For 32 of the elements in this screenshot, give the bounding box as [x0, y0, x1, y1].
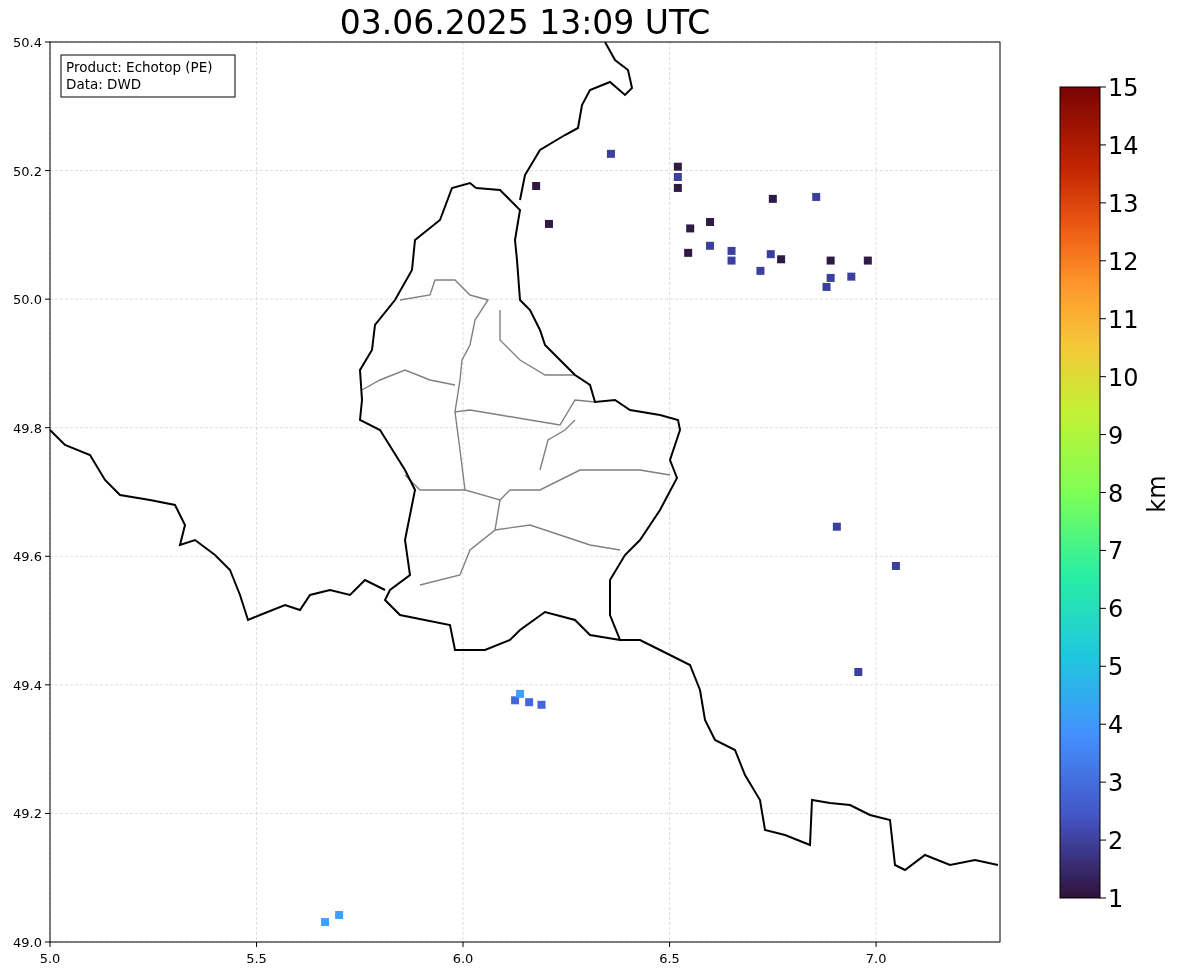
colorbar-tick-label: 7 [1108, 537, 1124, 566]
colorbar-tick-label: 10 [1108, 363, 1139, 392]
y-tick-label: 49.2 [13, 806, 42, 822]
colorbar-tick-label: 15 [1108, 74, 1139, 102]
y-tick-label: 50.4 [13, 35, 42, 50]
y-tick-label: 49.4 [13, 677, 42, 693]
x-tick-label: 6.0 [452, 951, 474, 966]
x-tick-label: 7.0 [865, 951, 887, 966]
colorbar-tick-label: 6 [1108, 595, 1124, 624]
colorbar-tick-label: 8 [1108, 479, 1124, 508]
colorbar-tick-label: 5 [1108, 653, 1124, 682]
plot-title: 03.06.2025 13:09 UTC [339, 3, 711, 42]
colorbar-tick-label: 3 [1108, 769, 1124, 798]
y-tick-label: 50.0 [13, 292, 42, 308]
colorbar-tick-label: 11 [1108, 305, 1139, 334]
x-tick-label: 6.5 [659, 951, 680, 966]
x-tick-label: 5.0 [39, 951, 61, 966]
colorbar-tick-label: 2 [1108, 827, 1124, 856]
info-text: Data: DWD [66, 76, 142, 92]
colorbar-tick-label: 1 [1108, 885, 1124, 913]
y-tick-label: 50.2 [13, 163, 42, 179]
colorbar-tick-label: 9 [1108, 421, 1124, 450]
colorbar-tick-label: 12 [1108, 247, 1139, 276]
y-tick-label: 49.6 [13, 549, 42, 565]
x-tick-label: 5.5 [246, 951, 267, 966]
colorbar-tick-label: 14 [1108, 131, 1139, 160]
colorbar-tick-label: 4 [1108, 711, 1124, 740]
y-tick-label: 49.0 [13, 935, 42, 950]
info-text: Product: Echotop (PE) [66, 59, 213, 75]
colorbar-tick-label: 13 [1108, 189, 1139, 218]
y-tick-label: 49.8 [13, 420, 42, 436]
colorbar-label: km [1143, 475, 1171, 513]
